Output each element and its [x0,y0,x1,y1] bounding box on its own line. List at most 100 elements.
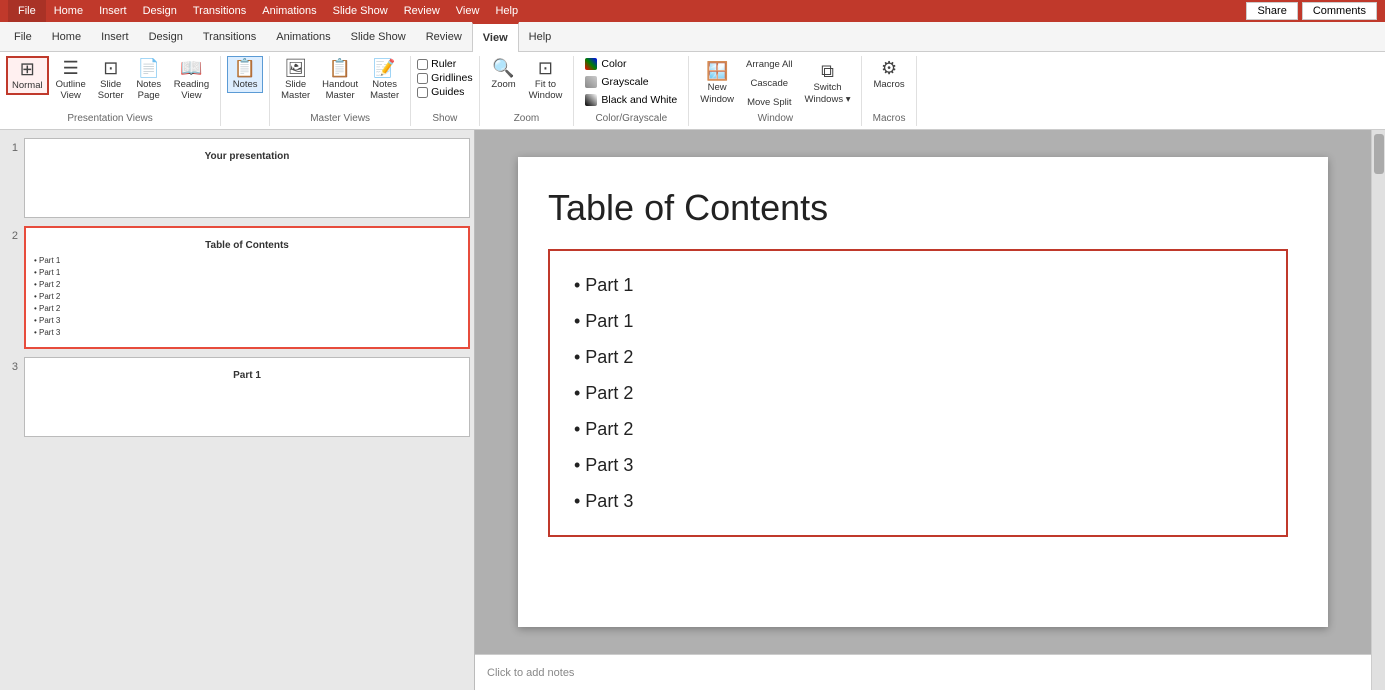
menu-animations[interactable]: Animations [254,0,324,22]
tab-help[interactable]: Help [519,22,562,52]
btn-notes-master[interactable]: 📝 NotesMaster [365,56,404,105]
menu-view[interactable]: View [448,0,488,22]
btn-switch-windows[interactable]: ⧉ SwitchWindows ▾ [800,59,856,108]
slide-thumb-bullet-2-2: • Part 2 [34,279,460,291]
move-split-label: Move Split [747,97,791,108]
guides-input[interactable] [417,87,428,98]
color-items: Color Grayscale Black and White [580,56,682,111]
btn-outline-view[interactable]: ☰ OutlineView [51,56,91,105]
notes-master-label: NotesMaster [370,79,399,102]
group-zoom: 🔍 Zoom ⊡ Fit toWindow Zoom [480,56,575,126]
presentation-views-items: ⊞ Normal ☰ OutlineView ⊡ SlideSorter 📄 N… [6,56,214,111]
menu-help[interactable]: Help [487,0,526,22]
slide-thumb-1[interactable]: Your presentation [24,138,470,218]
slide-sorter-label: SlideSorter [98,79,124,102]
slide-number-2: 2 [4,226,18,242]
slide-canvas[interactable]: Table of Contents • Part 1 • Part 1 • Pa… [518,157,1328,627]
slide-panel: 1 Your presentation 2 Table of Contents … [0,130,475,690]
tab-home[interactable]: Home [42,22,91,52]
cascade-label: Cascade [751,78,789,89]
menu-transitions[interactable]: Transitions [185,0,254,22]
ruler-input[interactable] [417,59,428,70]
bw-btn-label: Black and White [601,94,677,106]
notes-page-label: NotesPage [136,79,161,102]
show-checkboxes: Ruler Gridlines Guides [417,56,472,100]
fit-to-window-icon: ⊡ [538,59,553,77]
btn-fit-to-window[interactable]: ⊡ Fit toWindow [524,56,568,105]
main-view: Table of Contents • Part 1 • Part 1 • Pa… [475,130,1371,690]
tab-review[interactable]: Review [416,22,472,52]
slide-item-1: 1 Your presentation [4,138,470,218]
btn-notes[interactable]: 📋 Notes [227,56,263,93]
slide-thumb-2[interactable]: Table of Contents • Part 1 • Part 1 • Pa… [24,226,470,349]
zoom-icon: 🔍 [492,59,514,77]
main-area: 1 Your presentation 2 Table of Contents … [0,130,1385,690]
btn-cascade[interactable]: Cascade [741,75,797,92]
comments-button[interactable]: Comments [1302,2,1377,20]
color-dot [585,58,597,70]
btn-notes-page[interactable]: 📄 NotesPage [131,56,167,105]
slide-bullet-2: • Part 2 [574,339,1262,375]
btn-grayscale[interactable]: Grayscale [580,74,682,90]
btn-handout-master[interactable]: 📋 HandoutMaster [317,56,363,105]
gridlines-input[interactable] [417,73,428,84]
gridlines-checkbox[interactable]: Gridlines [417,72,472,84]
group-presentation-views: ⊞ Normal ☰ OutlineView ⊡ SlideSorter 📄 N… [0,56,221,126]
window-label: Window [758,111,794,126]
notes-bar[interactable]: Click to add notes [475,654,1371,690]
notes-group-label [244,111,247,126]
btn-reading-view[interactable]: 📖 ReadingView [169,56,214,105]
macros-label: Macros [873,79,904,90]
slide-bullet-0: • Part 1 [574,267,1262,303]
btn-black-white[interactable]: Black and White [580,92,682,108]
btn-zoom[interactable]: 🔍 Zoom [486,56,522,93]
menu-home[interactable]: Home [46,0,91,22]
tab-slideshow[interactable]: Slide Show [341,22,416,52]
slide-bullet-4: • Part 2 [574,411,1262,447]
menu-insert[interactable]: Insert [91,0,135,22]
tab-view[interactable]: View [472,22,519,52]
btn-normal[interactable]: ⊞ Normal [6,56,49,95]
arrange-all-label: Arrange All [746,59,792,70]
slide-thumb-bullet-2-5: • Part 3 [34,315,460,327]
notes-icon: 📋 [234,59,256,77]
color-grayscale-label: Color/Grayscale [595,111,667,126]
slide-bullet-3: • Part 2 [574,375,1262,411]
btn-macros[interactable]: ⚙ Macros [868,56,909,93]
group-master-views: 🖼 SlideMaster 📋 HandoutMaster 📝 NotesMas… [270,56,411,126]
menu-file[interactable]: File [8,0,46,22]
notes-page-icon: 📄 [138,59,160,77]
tab-design[interactable]: Design [139,22,193,52]
tab-animations[interactable]: Animations [266,22,340,52]
slide-content-box[interactable]: • Part 1 • Part 1 • Part 2 • Part 2 • Pa… [548,249,1288,537]
menu-bar: File Home Insert Design Transitions Anim… [0,0,1385,22]
bw-dot [585,94,597,106]
btn-color[interactable]: Color [580,56,682,72]
right-scrollbar[interactable] [1371,130,1385,690]
group-show: Ruler Gridlines Guides Show [411,56,479,126]
menu-review[interactable]: Review [396,0,448,22]
switch-windows-label: SwitchWindows ▾ [805,82,851,105]
slide-thumb-title-2: Table of Contents [34,240,460,251]
menu-design[interactable]: Design [135,0,185,22]
macros-icon: ⚙ [881,59,897,77]
slide-thumb-3[interactable]: Part 1 [24,357,470,437]
outline-view-icon: ☰ [63,59,79,77]
new-window-label: NewWindow [700,82,734,105]
btn-slide-master[interactable]: 🖼 SlideMaster [276,56,315,105]
tab-file[interactable]: File [4,22,42,52]
share-button[interactable]: Share [1246,2,1297,20]
btn-new-window[interactable]: 🪟 NewWindow [695,59,739,108]
ruler-checkbox[interactable]: Ruler [417,58,472,70]
tab-insert[interactable]: Insert [91,22,139,52]
guides-checkbox[interactable]: Guides [417,86,472,98]
tab-transitions[interactable]: Transitions [193,22,266,52]
notes-placeholder: Click to add notes [487,667,574,679]
btn-arrange-all[interactable]: Arrange All [741,56,797,73]
scrollbar-thumb[interactable] [1374,134,1384,174]
menu-slideshow[interactable]: Slide Show [325,0,396,22]
btn-slide-sorter[interactable]: ⊡ SlideSorter [93,56,129,105]
slide-thumb-bullet-2-1: • Part 1 [34,267,460,279]
btn-move-split[interactable]: Move Split [741,94,797,111]
slide-thumb-bullet-2-6: • Part 3 [34,327,460,339]
